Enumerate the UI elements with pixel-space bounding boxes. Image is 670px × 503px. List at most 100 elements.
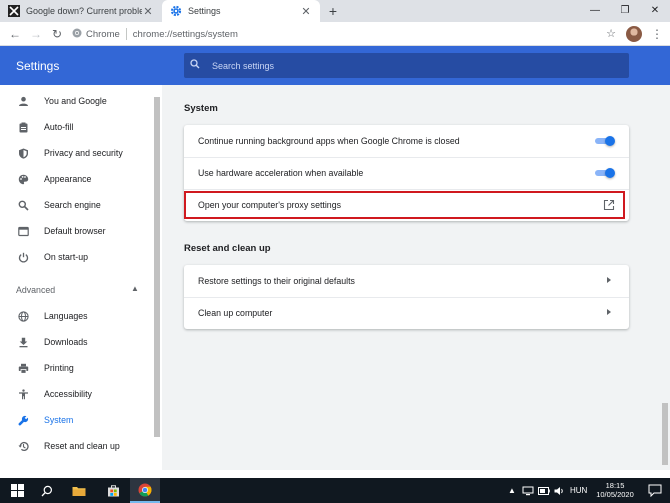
restore-defaults-row[interactable]: Restore settings to their original defau… bbox=[184, 265, 629, 297]
reload-button[interactable]: ↻ bbox=[48, 25, 66, 43]
sidebar-item-label: Auto-fill bbox=[44, 122, 74, 132]
tray-battery-icon[interactable] bbox=[538, 478, 550, 503]
search-icon bbox=[190, 59, 212, 72]
file-explorer-icon[interactable] bbox=[64, 478, 94, 503]
toggle-knob bbox=[605, 136, 615, 146]
sidebar-item-label: Appearance bbox=[44, 174, 92, 184]
sidebar-item-label: Accessibility bbox=[44, 389, 92, 399]
person-icon bbox=[16, 96, 30, 107]
microsoft-store-icon[interactable] bbox=[98, 478, 128, 503]
windows-taskbar: ▲ HUN 18:15 10/05/2020 bbox=[0, 478, 670, 503]
back-button[interactable]: ← bbox=[6, 25, 24, 43]
downdetector-favicon-icon bbox=[8, 5, 20, 17]
tray-show-hidden-icon[interactable]: ▲ bbox=[508, 478, 516, 503]
sidebar-item-label: Default browser bbox=[44, 226, 106, 236]
tab-title: Settings bbox=[188, 6, 221, 16]
settings-main: System Continue running background apps … bbox=[162, 85, 662, 470]
forward-button[interactable]: → bbox=[27, 25, 45, 43]
background-apps-toggle[interactable] bbox=[595, 136, 615, 146]
printer-icon bbox=[16, 363, 30, 374]
chrome-logo-icon bbox=[72, 28, 82, 41]
palette-icon bbox=[16, 174, 30, 185]
chrome-menu-button[interactable]: ⋮ bbox=[650, 25, 664, 43]
address-bar[interactable]: Chrome chrome://settings/system bbox=[72, 25, 592, 43]
sidebar-item-appearance[interactable]: Appearance bbox=[0, 168, 152, 190]
search-icon[interactable] bbox=[32, 478, 62, 503]
settings-title: Settings bbox=[16, 59, 60, 73]
sidebar-item-label: You and Google bbox=[44, 96, 107, 106]
search-icon bbox=[16, 200, 30, 211]
chevron-right-icon bbox=[607, 277, 611, 283]
new-tab-button[interactable]: + bbox=[324, 2, 342, 20]
sidebar-item-system[interactable]: System bbox=[0, 409, 152, 431]
sidebar-item-label: Languages bbox=[44, 311, 88, 321]
browser-toolbar: ← → ↻ Chrome chrome://settings/system ☆ … bbox=[0, 22, 670, 46]
sidebar-item-label: Search engine bbox=[44, 200, 101, 210]
url-text[interactable]: chrome://settings/system bbox=[133, 29, 238, 40]
sidebar-item-label: System bbox=[44, 415, 74, 425]
bookmark-star-icon[interactable]: ☆ bbox=[602, 25, 620, 43]
settings-gear-icon bbox=[170, 5, 182, 17]
row-label: Open your computer's proxy settings bbox=[198, 200, 341, 210]
sidebar-item-search-engine[interactable]: Search engine bbox=[0, 194, 152, 216]
tab-strip: Google down? Current problems ✕ Settings… bbox=[0, 0, 670, 22]
proxy-settings-row[interactable]: Open your computer's proxy settings bbox=[184, 189, 629, 221]
hardware-acceleration-row[interactable]: Use hardware acceleration when available bbox=[184, 157, 629, 189]
sidebar-item-default-browser[interactable]: Default browser bbox=[0, 220, 152, 242]
close-window-button[interactable]: ✕ bbox=[640, 0, 670, 22]
sidebar-item-label: Downloads bbox=[44, 337, 88, 347]
tray-network-icon[interactable] bbox=[522, 478, 534, 503]
row-label: Use hardware acceleration when available bbox=[198, 168, 364, 178]
settings-sidebar: You and Google Auto-fill Privacy and sec… bbox=[0, 85, 152, 470]
sidebar-item-auto-fill[interactable]: Auto-fill bbox=[0, 116, 152, 138]
download-icon bbox=[16, 337, 30, 348]
sidebar-item-you-and-google[interactable]: You and Google bbox=[0, 90, 152, 112]
sidebar-item-reset[interactable]: Reset and clean up bbox=[0, 435, 152, 457]
hardware-acceleration-toggle[interactable] bbox=[595, 168, 615, 178]
sidebar-scrollbar-thumb[interactable] bbox=[154, 97, 160, 437]
tab-close-icon[interactable]: ✕ bbox=[142, 5, 154, 18]
search-settings-input[interactable] bbox=[212, 60, 592, 71]
sidebar-item-accessibility[interactable]: Accessibility bbox=[0, 383, 152, 405]
power-icon bbox=[16, 252, 30, 263]
sidebar-item-languages[interactable]: Languages bbox=[0, 305, 152, 327]
chevron-up-icon[interactable]: ▲ bbox=[131, 284, 139, 293]
tab-google-down[interactable]: Google down? Current problems ✕ bbox=[0, 0, 162, 22]
background-apps-row[interactable]: Continue running background apps when Go… bbox=[184, 125, 629, 157]
sidebar-item-label: On start-up bbox=[44, 252, 89, 262]
open-in-new-icon[interactable] bbox=[603, 199, 615, 211]
tab-settings[interactable]: Settings ✕ bbox=[162, 0, 320, 22]
sidebar-item-printing[interactable]: Printing bbox=[0, 357, 152, 379]
sidebar-item-downloads[interactable]: Downloads bbox=[0, 331, 152, 353]
restore-button[interactable]: ❐ bbox=[610, 0, 640, 22]
main-scrollbar-thumb[interactable] bbox=[662, 403, 668, 465]
windows-start-icon[interactable] bbox=[2, 478, 32, 503]
toggle-knob bbox=[605, 168, 615, 178]
main-scrollbar[interactable] bbox=[660, 85, 670, 470]
settings-header: Settings bbox=[0, 46, 670, 85]
tray-volume-icon[interactable] bbox=[554, 478, 565, 503]
minimize-button[interactable]: — bbox=[580, 0, 610, 22]
profile-avatar[interactable] bbox=[626, 26, 642, 42]
sidebar-item-on-start-up[interactable]: On start-up bbox=[0, 246, 152, 268]
tab-close-icon[interactable]: ✕ bbox=[300, 5, 312, 18]
keyboard-language[interactable]: HUN bbox=[570, 478, 587, 503]
settings-search-box[interactable] bbox=[184, 53, 629, 78]
row-label: Clean up computer bbox=[198, 308, 273, 318]
notification-center-icon[interactable] bbox=[648, 484, 662, 498]
sidebar-item-privacy[interactable]: Privacy and security bbox=[0, 142, 152, 164]
chrome-taskbar-icon[interactable] bbox=[130, 478, 160, 503]
history-icon bbox=[16, 441, 30, 452]
advanced-section-label[interactable]: Advanced bbox=[16, 285, 55, 295]
clock-date: 10/05/2020 bbox=[596, 490, 634, 499]
clipboard-icon bbox=[16, 122, 30, 133]
row-label: Continue running background apps when Go… bbox=[198, 136, 460, 146]
clean-up-computer-row[interactable]: Clean up computer bbox=[184, 297, 629, 329]
shield-icon bbox=[16, 148, 30, 159]
page-bottom-strip bbox=[0, 470, 670, 478]
browser-icon bbox=[16, 226, 30, 237]
sidebar-scrollbar[interactable] bbox=[152, 85, 162, 470]
sidebar-item-label: Privacy and security bbox=[44, 148, 123, 158]
clock-time: 18:15 bbox=[605, 481, 625, 490]
taskbar-clock[interactable]: 18:15 10/05/2020 bbox=[590, 481, 640, 499]
